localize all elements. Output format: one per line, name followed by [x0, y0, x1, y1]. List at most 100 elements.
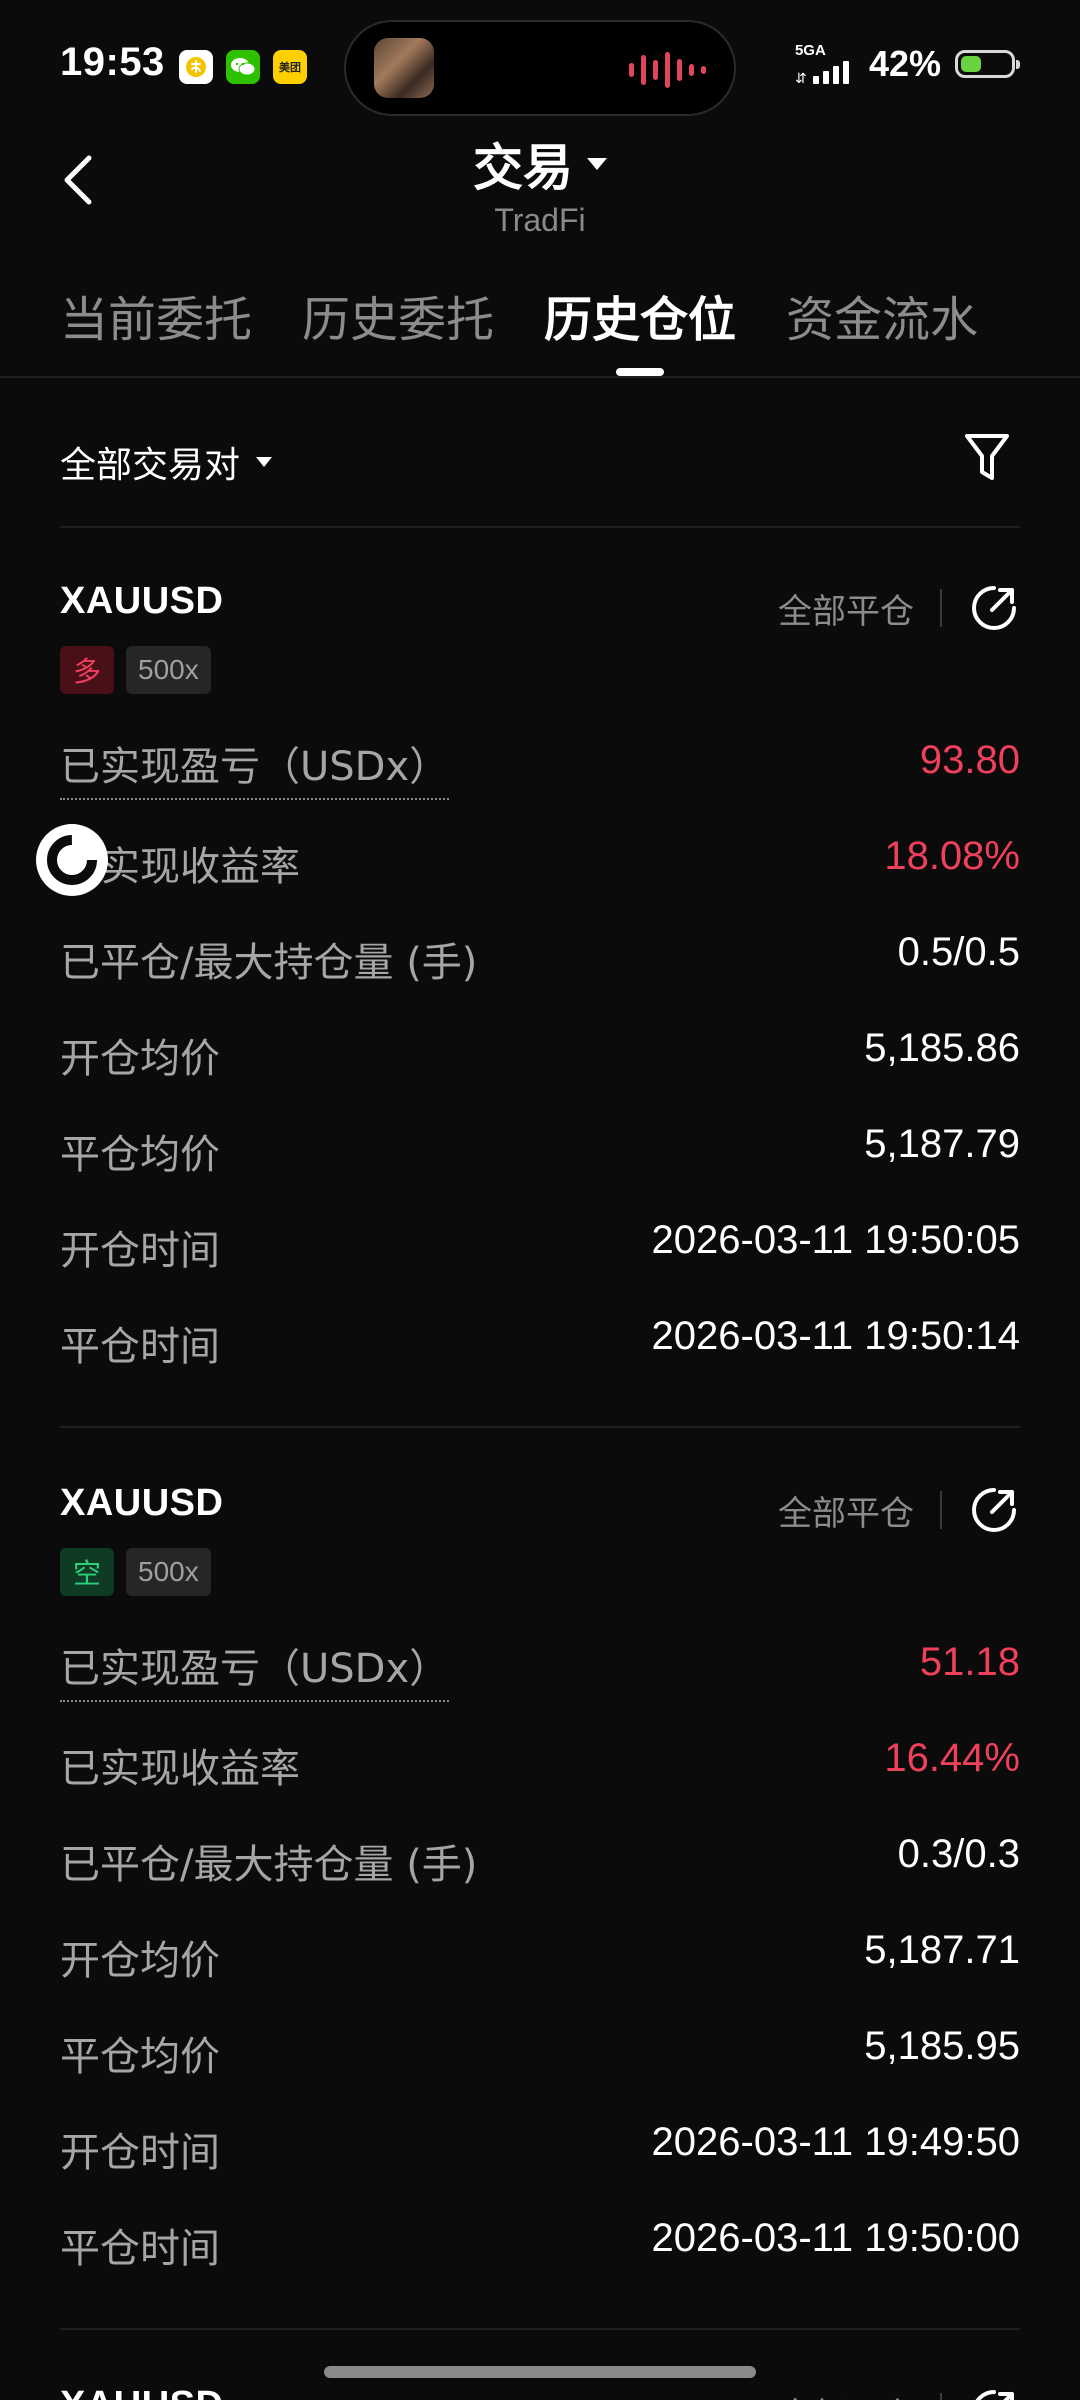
leverage-tag: 500x — [126, 1548, 211, 1596]
detail-row-close-avg-price: 平仓均价 5,185.95 — [60, 2004, 1020, 2100]
network-type-label: 5GA — [794, 42, 826, 59]
filter-row: 全部交易对 — [60, 430, 1020, 490]
direction-tag: 多 — [60, 646, 114, 694]
detail-row-open-time: 开仓时间 2026-03-11 19:50:05 — [60, 1198, 1020, 1294]
caret-down-icon — [256, 457, 273, 467]
close-time-label: 平仓时间 — [60, 1324, 220, 1370]
realized-roi-label: 已实现收益率 — [60, 1746, 300, 1792]
alipay-icon — [179, 50, 213, 84]
detail-row-close-time: 平仓时间 2026-03-11 19:50:00 — [60, 2196, 1020, 2292]
tab-order-history[interactable]: 历史委托 — [302, 280, 494, 350]
separator — [940, 2393, 942, 2400]
battery-icon — [955, 50, 1020, 78]
share-icon — [975, 2390, 1014, 2400]
tab-label: 历史仓位 — [544, 292, 737, 348]
position-symbol: XAUUSD — [60, 2384, 223, 2400]
page-title: 交易 — [473, 139, 573, 197]
open-time-label: 开仓时间 — [60, 2130, 220, 2176]
close-time-value: 2026-03-11 19:50:00 — [651, 2216, 1020, 2260]
home-indicator[interactable] — [324, 2366, 756, 2378]
status-time: 19:53 — [60, 40, 165, 84]
close-avg-price-label: 平仓均价 — [60, 1132, 220, 1178]
filter-button[interactable] — [962, 430, 1012, 486]
direction-tag: 空 — [60, 1548, 114, 1596]
detail-row-open-avg-price: 开仓均价 5,187.71 — [60, 1908, 1020, 2004]
position-details: 已实现盈亏（USDx） 51.18 已实现收益率 16.44% 已平仓/最大持仓… — [60, 1620, 1020, 2292]
tab-position-history[interactable]: 历史仓位 — [544, 280, 737, 376]
open-avg-price-value: 5,187.71 — [864, 1928, 1020, 1972]
close-time-label: 平仓时间 — [60, 2226, 220, 2272]
title-dropdown[interactable]: 交易 — [473, 128, 607, 200]
floating-assistant-button[interactable] — [34, 822, 110, 898]
open-time-label: 开仓时间 — [60, 1228, 220, 1274]
realized-pnl-value: 93.80 — [919, 738, 1020, 782]
realized-roi-value: 16.44% — [884, 1736, 1020, 1780]
battery-percent: 42% — [868, 43, 941, 84]
open-avg-price-label: 开仓均价 — [60, 1036, 220, 1082]
open-avg-price-value: 5,185.86 — [864, 1026, 1020, 1070]
realized-roi-value: 18.08% — [884, 834, 1020, 878]
status-bar: 19:53 美团 5GA ⇵ 42% — [0, 0, 1080, 130]
closed-max-size-value: 0.3/0.3 — [897, 1832, 1020, 1876]
divider — [60, 2328, 1020, 2330]
separator — [940, 589, 942, 627]
card-actions: 全部平仓 — [778, 2382, 1020, 2400]
open-time-value: 2026-03-11 19:50:05 — [651, 1218, 1020, 1262]
position-tags: 多 500x — [60, 646, 211, 694]
position-card: XAUUSD 全部平仓 多 500x 已实现盈亏（USDx） 93.80 已实现… — [60, 528, 1020, 1428]
data-arrows-icon: ⇵ — [794, 71, 807, 87]
divider — [60, 1426, 1020, 1428]
detail-row-closed-max-size: 已平仓/最大持仓量 (手) 0.5/0.5 — [60, 910, 1020, 1006]
detail-row-open-avg-price: 开仓均价 5,185.86 — [60, 1006, 1020, 1102]
open-avg-price-label: 开仓均价 — [60, 1938, 220, 1984]
realized-pnl-label[interactable]: 已实现盈亏（USDx） — [60, 734, 450, 800]
media-thumbnail[interactable] — [374, 38, 434, 98]
share-icon — [972, 1488, 1016, 1532]
close-avg-price-value: 5,185.95 — [864, 2024, 1020, 2068]
meituan-icon: 美团 — [273, 50, 307, 84]
tab-label: 当前委托 — [60, 292, 253, 348]
realized-pnl-label[interactable]: 已实现盈亏（USDx） — [60, 1636, 450, 1702]
detail-row-realized-pnl: 已实现盈亏（USDx） 51.18 — [60, 1620, 1020, 1716]
detail-row-open-time: 开仓时间 2026-03-11 19:49:50 — [60, 2100, 1020, 2196]
active-tab-indicator — [616, 368, 665, 376]
tab-bar: 当前委托 历史委托 历史仓位 资金流水 — [60, 280, 978, 376]
loading-ring-icon — [36, 824, 108, 896]
header: 交易 TradFi — [0, 128, 1080, 239]
caret-down-icon — [587, 158, 607, 170]
dynamic-island[interactable] — [344, 20, 736, 116]
card-actions: 全部平仓 — [778, 578, 1020, 638]
tab-label: 资金流水 — [786, 292, 979, 348]
card-actions: 全部平仓 — [778, 1480, 1020, 1540]
close-avg-price-value: 5,187.79 — [864, 1122, 1020, 1166]
share-button[interactable] — [968, 1484, 1020, 1536]
tab-fund-flow[interactable]: 资金流水 — [786, 280, 978, 350]
close-all-button[interactable]: 全部平仓 — [778, 1486, 914, 1535]
open-time-value: 2026-03-11 19:49:50 — [651, 2120, 1020, 2164]
divider — [0, 376, 1080, 378]
close-all-button[interactable]: 全部平仓 — [778, 2388, 914, 2400]
closed-max-size-value: 0.5/0.5 — [897, 930, 1020, 974]
share-button[interactable] — [968, 2386, 1020, 2400]
closed-max-size-label: 已平仓/最大持仓量 (手) — [60, 1842, 478, 1888]
detail-row-realized-roi: 已实现收益率 18.08% — [60, 814, 1020, 910]
detail-row-close-avg-price: 平仓均价 5,187.79 — [60, 1102, 1020, 1198]
tab-label: 历史委托 — [302, 292, 495, 348]
tab-current-orders[interactable]: 当前委托 — [60, 280, 252, 350]
cellular-signal-icon: 5GA ⇵ — [795, 42, 857, 86]
close-all-button[interactable]: 全部平仓 — [778, 584, 914, 633]
position-card: XAUUSD 全部平仓 空 500x 已实现盈亏（USDx） 51.18 已实现… — [60, 1430, 1020, 2330]
leverage-tag: 500x — [126, 646, 211, 694]
page-subtitle: TradFi — [494, 202, 586, 238]
audio-waveform-icon — [629, 50, 706, 90]
detail-row-closed-max-size: 已平仓/最大持仓量 (手) 0.3/0.3 — [60, 1812, 1020, 1908]
share-icon — [972, 586, 1016, 630]
wechat-icon — [226, 50, 260, 84]
position-symbol: XAUUSD — [60, 580, 224, 622]
closed-max-size-label: 已平仓/最大持仓量 (手) — [60, 940, 478, 986]
position-details: 已实现盈亏（USDx） 93.80 已实现收益率 18.08% 已平仓/最大持仓… — [60, 718, 1020, 1390]
detail-row-close-time: 平仓时间 2026-03-11 19:50:14 — [60, 1294, 1020, 1390]
pair-selector-dropdown[interactable]: 全部交易对 — [60, 436, 273, 488]
battery-level-fill — [961, 56, 981, 72]
share-button[interactable] — [968, 582, 1020, 634]
